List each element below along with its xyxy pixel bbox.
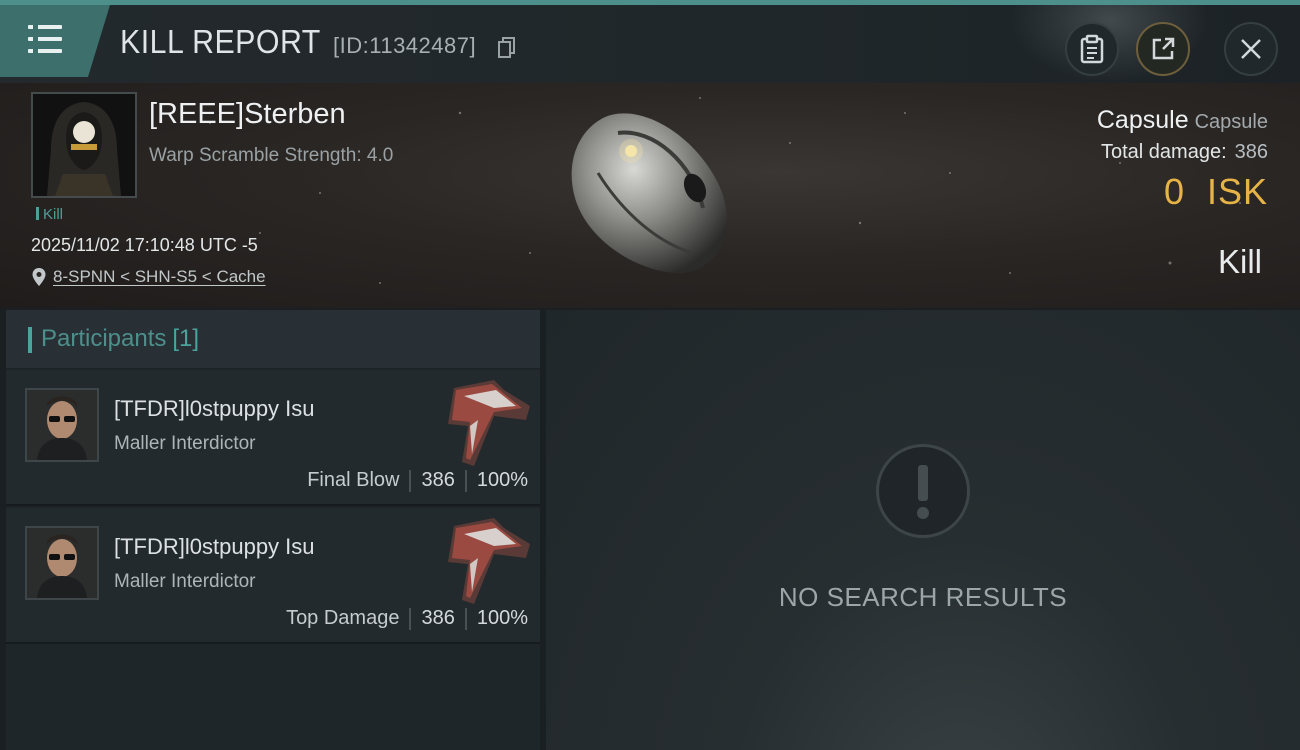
page-title: KILL REPORT [120, 23, 321, 60]
participant-row[interactable]: [TFDR]l0stpuppy Isu Maller Interdictor F… [6, 370, 540, 506]
participants-count: [1] [172, 325, 200, 352]
no-results-text: NO SEARCH RESULTS [778, 582, 1068, 612]
participant-avatar [25, 526, 99, 600]
total-damage-value: 386 [1234, 141, 1268, 163]
total-damage-label: Total damage: [1100, 141, 1227, 163]
maller-interdictor-ship-image [448, 518, 530, 604]
results-panel: NO SEARCH RESULTS [546, 310, 1300, 750]
kill-location[interactable]: 8-SPNN < SHN-S5 < Cache [31, 267, 266, 287]
participant-percent: 100% [476, 607, 528, 629]
ship-type: Capsule [1194, 111, 1268, 133]
total-damage: Total damage: 386 [1101, 141, 1268, 164]
kill-tag-label: Kill [43, 206, 64, 223]
share-icon [1152, 37, 1175, 60]
victim-banner: [REEE]Sterben Warp Scramble Strength: 4.… [0, 83, 1300, 308]
maller-interdictor-ship-image [448, 380, 530, 466]
ship-name: Capsule [1096, 106, 1189, 134]
result-label: Kill [1217, 243, 1262, 280]
avatar [33, 94, 135, 196]
close-button[interactable] [1224, 22, 1278, 76]
victim-portrait[interactable] [31, 92, 137, 198]
participant-avatar [25, 388, 99, 462]
isk-amount: 0 [1163, 171, 1185, 212]
participant-role: Final Blow [307, 469, 400, 491]
participant-stats: Final Blow 386 100% [307, 469, 528, 492]
capsule-ship-image [571, 113, 727, 274]
participant-role: Top Damage [286, 607, 400, 629]
victim-ship-name[interactable]: Capsule Capsule [1097, 106, 1268, 135]
isk-value: 0 ISK [1164, 171, 1268, 213]
header-bar: KILL REPORT [ID:11342487] [0, 5, 1300, 83]
kill-tag: Kill [36, 206, 63, 223]
report-id: [ID:11342487] [333, 33, 477, 58]
share-button[interactable] [1136, 22, 1190, 76]
participant-name: [TFDR]l0stpuppy Isu [114, 396, 315, 421]
participant-percent: 100% [476, 469, 528, 491]
participant-ship: Maller Interdictor [114, 433, 256, 454]
close-icon [1241, 39, 1261, 59]
kill-timestamp: 2025/11/02 17:10:48 UTC -5 [31, 235, 258, 255]
participants-panel: Participants [1] [TFDR]l0stpuppy Isu Mall… [6, 310, 540, 750]
location-link[interactable]: 8-SPNN < SHN-S5 < Cache [53, 267, 266, 286]
clipboard-icon [1080, 34, 1104, 64]
isk-unit: ISK [1206, 171, 1268, 212]
participant-row[interactable]: [TFDR]l0stpuppy Isu Maller Interdictor T… [6, 508, 540, 644]
participant-ship: Maller Interdictor [114, 571, 256, 592]
warp-scramble-strength: Warp Scramble Strength: 4.0 [149, 145, 394, 166]
participant-damage: 386 [421, 607, 455, 629]
menu-button[interactable] [0, 5, 110, 77]
participant-damage: 386 [421, 469, 455, 491]
location-pin-icon [32, 268, 46, 286]
clipboard-button[interactable] [1065, 22, 1119, 76]
participants-empty-space [6, 644, 540, 750]
victim-name[interactable]: [REEE]Sterben [149, 98, 346, 131]
participants-header[interactable]: Participants [1] [6, 310, 540, 368]
exclamation-icon [876, 444, 970, 538]
copy-icon[interactable] [498, 37, 516, 59]
participant-name: [TFDR]l0stpuppy Isu [114, 534, 315, 559]
participants-label: Participants [41, 325, 167, 352]
participant-stats: Top Damage 386 100% [286, 607, 528, 630]
